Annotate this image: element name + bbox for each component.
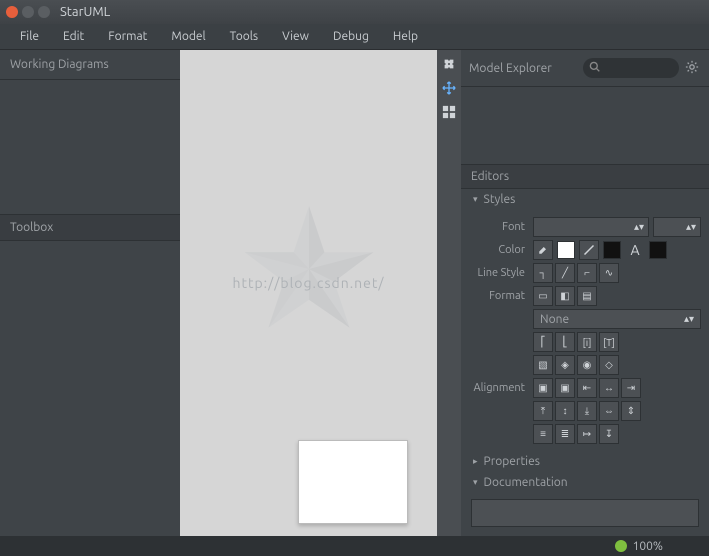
editors-header: Editors — [461, 164, 709, 189]
line-style-label: Line Style — [469, 267, 533, 279]
font-size-combo[interactable]: ▴▾ — [653, 217, 701, 237]
right-panel: Model Explorer Editors ▾ Styles Font ▴▾ … — [461, 50, 709, 536]
fmt-grid-7[interactable]: ◉ — [577, 355, 597, 375]
toolbox-header: Toolbox — [0, 214, 180, 241]
distribute-h-button[interactable]: ⇔ — [599, 401, 619, 421]
font-label: Font — [469, 221, 533, 233]
send-to-back-button[interactable]: ▣ — [533, 378, 553, 398]
settings-button[interactable] — [685, 60, 701, 76]
center-area: http://blog.csdn.net/ — [180, 50, 461, 536]
menu-help[interactable]: Help — [381, 30, 430, 43]
properties-label: Properties — [484, 455, 540, 468]
fill-color-swatch[interactable] — [557, 241, 575, 259]
window-title: StarUML — [60, 5, 110, 19]
format-label: Format — [469, 290, 533, 302]
align-bottom-button[interactable]: ⤓ — [577, 401, 597, 421]
alignment-label: Alignment — [469, 382, 533, 394]
space-equal-v-button[interactable]: ≣ — [555, 424, 575, 444]
line-color-icon[interactable] — [579, 240, 599, 260]
styles-form: Font ▴▾ ▴▾ Color A — [461, 210, 709, 451]
space-equal-h-button[interactable]: ≡ — [533, 424, 553, 444]
documentation-label: Documentation — [484, 476, 568, 489]
fmt-grid-4[interactable]: [T] — [599, 332, 619, 352]
match-height-button[interactable]: ↧ — [599, 424, 619, 444]
font-color-icon[interactable]: A — [625, 240, 645, 260]
fmt-grid-8[interactable]: ◇ — [599, 355, 619, 375]
menu-format[interactable]: Format — [96, 30, 159, 43]
color-label: Color — [469, 244, 533, 256]
documentation-textarea[interactable] — [471, 499, 699, 527]
menu-edit[interactable]: Edit — [51, 30, 96, 43]
chevron-right-icon: ▸ — [473, 456, 478, 467]
align-middle-button[interactable]: ↕ — [555, 401, 575, 421]
menu-model[interactable]: Model — [159, 30, 217, 43]
line-style-rectilinear-button[interactable]: ┐ — [533, 263, 553, 283]
close-button[interactable] — [6, 6, 18, 18]
properties-section-header[interactable]: ▸ Properties — [461, 451, 709, 472]
status-ok-icon — [615, 540, 627, 552]
working-diagrams-body[interactable] — [0, 80, 180, 214]
menu-tools[interactable]: Tools — [218, 30, 271, 43]
match-width-button[interactable]: ↦ — [577, 424, 597, 444]
zoom-level[interactable]: 100% — [633, 540, 663, 553]
fmt-grid-3[interactable]: [i] — [577, 332, 597, 352]
bring-to-front-button[interactable]: ▣ — [555, 378, 575, 398]
align-right-button[interactable]: ⇥ — [621, 378, 641, 398]
font-family-combo[interactable]: ▴▾ — [533, 217, 649, 237]
star-watermark-icon — [239, 199, 379, 339]
line-color-swatch[interactable] — [603, 241, 621, 259]
fill-color-icon[interactable] — [533, 240, 553, 260]
line-style-oblique-button[interactable]: ╱ — [555, 263, 575, 283]
titlebar: StarUML — [0, 0, 709, 24]
search-icon — [589, 61, 600, 75]
search-input[interactable] — [600, 62, 660, 74]
minimize-button[interactable] — [22, 6, 34, 18]
canvas-toolbar — [437, 50, 461, 536]
window-buttons — [6, 6, 50, 18]
chevron-down-icon: ▾ — [473, 194, 478, 205]
left-panel: Working Diagrams Toolbox — [0, 50, 180, 536]
grid-icon[interactable] — [441, 104, 457, 120]
line-style-rounded-button[interactable]: ⌐ — [577, 263, 597, 283]
diagram-canvas[interactable]: http://blog.csdn.net/ — [180, 50, 437, 536]
styles-section-header[interactable]: ▾ Styles — [461, 189, 709, 210]
fmt-grid-6[interactable]: ◈ — [555, 355, 575, 375]
menu-view[interactable]: View — [270, 30, 321, 43]
working-diagrams-header: Working Diagrams — [0, 50, 180, 80]
move-icon[interactable] — [441, 80, 457, 96]
maximize-button[interactable] — [38, 6, 50, 18]
font-color-swatch[interactable] — [649, 241, 667, 259]
diagram-element[interactable] — [298, 440, 408, 524]
menu-file[interactable]: File — [8, 30, 51, 43]
format-btn-1[interactable]: ▭ — [533, 286, 553, 306]
search-field[interactable] — [583, 58, 679, 78]
status-bar: 100% — [0, 536, 709, 556]
fmt-grid-2[interactable]: ⎣ — [555, 332, 575, 352]
align-center-button[interactable]: ↔ — [599, 378, 619, 398]
fmt-grid-5[interactable]: ▧ — [533, 355, 553, 375]
format-btn-3[interactable]: ▤ — [577, 286, 597, 306]
line-style-curve-button[interactable]: ∿ — [599, 263, 619, 283]
stereotype-display-combo[interactable]: None ▴▾ — [533, 309, 701, 329]
toolbox-body[interactable] — [0, 241, 180, 536]
documentation-section-header[interactable]: ▾ Documentation — [461, 472, 709, 493]
fmt-grid-1[interactable]: ⎡ — [533, 332, 553, 352]
chevron-down-icon: ▾ — [473, 477, 478, 488]
align-left-button[interactable]: ⇤ — [577, 378, 597, 398]
extension-icon[interactable] — [441, 56, 457, 72]
menubar: File Edit Format Model Tools View Debug … — [0, 24, 709, 50]
model-explorer-label: Model Explorer — [469, 62, 552, 75]
distribute-v-button[interactable]: ⇕ — [621, 401, 641, 421]
menu-debug[interactable]: Debug — [321, 30, 381, 43]
styles-label: Styles — [484, 193, 516, 206]
model-explorer-header-row: Model Explorer — [461, 50, 709, 87]
model-explorer-body[interactable] — [461, 87, 709, 164]
align-top-button[interactable]: ⤒ — [533, 401, 553, 421]
format-btn-2[interactable]: ◧ — [555, 286, 575, 306]
stereotype-display-value: None — [540, 313, 569, 326]
